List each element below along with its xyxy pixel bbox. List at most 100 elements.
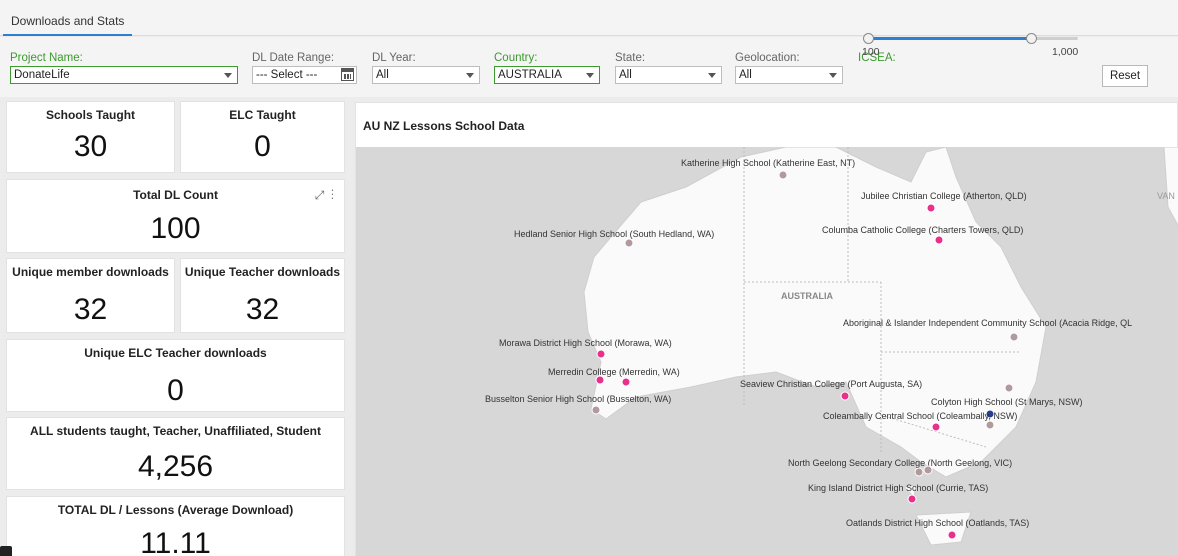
state-select[interactable]: All xyxy=(615,66,722,84)
unique-member-downloads-card: Unique member downloads 32 xyxy=(6,258,175,333)
school-pin[interactable] xyxy=(591,405,601,415)
country-label: AUSTRALIA xyxy=(781,291,833,301)
school-pin[interactable] xyxy=(914,467,924,477)
school-pin[interactable] xyxy=(934,235,944,245)
school-label: Morawa District High School (Morawa, WA) xyxy=(499,338,672,348)
calendar-icon[interactable] xyxy=(341,68,354,81)
card-tools: ⤢ ⋮ xyxy=(315,188,334,203)
schools-taught-card: Schools Taught 30 xyxy=(6,101,175,173)
total-dl-lessons-card: TOTAL DL / Lessons (Average Download) 11… xyxy=(6,496,345,556)
dl-date-range-input[interactable]: --- Select --- xyxy=(252,66,357,84)
map-edge-label: VAN xyxy=(1157,191,1175,201)
school-pin[interactable] xyxy=(840,391,850,401)
country-filter: Country: AUSTRALIA xyxy=(494,51,600,84)
unique-elc-teacher-downloads-value: 0 xyxy=(167,374,184,407)
unique-teacher-downloads-card: Unique Teacher downloads 32 xyxy=(180,258,345,333)
project-name-select[interactable]: DonateLife xyxy=(10,66,238,84)
geolocation-select[interactable]: All xyxy=(735,66,843,84)
dl-year-select[interactable]: All xyxy=(372,66,480,84)
school-pin[interactable] xyxy=(923,465,933,475)
all-students-taught-card: ALL students taught, Teacher, Unaffiliat… xyxy=(6,417,345,490)
state-filter: State: All xyxy=(615,51,722,84)
school-pin[interactable] xyxy=(1009,332,1019,342)
schools-taught-value: 30 xyxy=(73,130,108,163)
total-dl-lessons-label: TOTAL DL / Lessons (Average Download) xyxy=(57,503,294,517)
slider-max-label: 1,000 xyxy=(1052,46,1079,58)
country-value: AUSTRALIA xyxy=(498,69,562,81)
map-canvas[interactable]: AUSTRALIA VAN Katherine High School (Kat… xyxy=(356,147,1178,556)
schools-taught-label: Schools Taught xyxy=(45,108,136,122)
school-pin[interactable] xyxy=(778,170,788,180)
dl-year-label: DL Year: xyxy=(372,52,416,64)
school-pin[interactable] xyxy=(947,530,957,540)
school-pin[interactable] xyxy=(596,349,606,359)
dl-year-filter: DL Year: All xyxy=(372,51,480,84)
school-pin[interactable] xyxy=(624,238,634,248)
country-select[interactable]: AUSTRALIA xyxy=(494,66,600,84)
tab-downloads-and-stats[interactable]: Downloads and Stats xyxy=(3,6,133,36)
school-pin[interactable] xyxy=(985,420,995,430)
chevron-down-icon xyxy=(829,73,837,78)
chevron-down-icon xyxy=(708,73,716,78)
slider-track-fill xyxy=(868,37,1032,40)
all-students-taught-value: 4,256 xyxy=(137,450,214,483)
slider-track[interactable] xyxy=(868,37,1078,40)
slider-max-handle[interactable] xyxy=(1026,33,1038,44)
reset-button[interactable]: Reset xyxy=(1102,65,1148,87)
school-label: North Geelong Secondary College (North G… xyxy=(788,458,1012,468)
elc-taught-label: ELC Taught xyxy=(229,108,296,122)
school-label: Jubilee Christian College (Atherton, QLD… xyxy=(861,191,1027,201)
dl-date-range-value: --- Select --- xyxy=(256,69,318,81)
slider-min-handle[interactable] xyxy=(863,33,874,44)
school-map[interactable]: AUSTRALIA VAN Katherine High School (Kat… xyxy=(356,147,1178,556)
school-label: Busselton Senior High School (Busselton,… xyxy=(485,394,671,404)
geolocation-filter: Geolocation: All xyxy=(735,51,843,84)
school-pin[interactable] xyxy=(621,377,631,387)
all-students-taught-label: ALL students taught, Teacher, Unaffiliat… xyxy=(30,424,321,438)
unique-elc-teacher-downloads-label: Unique ELC Teacher downloads xyxy=(84,346,267,360)
chevron-down-icon xyxy=(586,73,594,78)
school-label: Merredin College (Merredin, WA) xyxy=(548,367,680,377)
total-dl-count-card: Total DL Count ⤢ ⋮ 100 xyxy=(6,179,345,253)
school-map-panel: AU NZ Lessons School Data AUSTRALIA VAN … xyxy=(355,102,1178,556)
school-pin[interactable] xyxy=(595,375,605,385)
geolocation-label: Geolocation: xyxy=(735,52,800,64)
project-name-filter: Project Name: DonateLife xyxy=(10,51,238,84)
dl-year-value: All xyxy=(376,69,389,81)
school-label: Coleambally Central School (Coleambally,… xyxy=(823,411,1017,421)
unique-teacher-downloads-label: Unique Teacher downloads xyxy=(184,265,341,279)
school-label: Hedland Senior High School (South Hedlan… xyxy=(514,229,714,239)
total-dl-count-value: 100 xyxy=(150,212,201,245)
unique-member-downloads-value: 32 xyxy=(73,293,108,326)
school-pin[interactable] xyxy=(926,203,936,213)
unique-member-downloads-label: Unique member downloads xyxy=(12,265,169,279)
school-pin[interactable] xyxy=(1004,383,1014,393)
dl-date-range-label: DL Date Range: xyxy=(252,52,335,64)
school-label: Oatlands District High School (Oatlands,… xyxy=(846,518,1029,528)
elc-taught-card: ELC Taught 0 xyxy=(180,101,345,173)
corner-widget[interactable] xyxy=(0,546,12,556)
more-options-icon[interactable]: ⋮ xyxy=(331,188,334,202)
state-value: All xyxy=(619,69,632,81)
school-label: Seaview Christian College (Port Augusta,… xyxy=(740,379,922,389)
school-label: Katherine High School (Katherine East, N… xyxy=(681,158,855,168)
school-label: Columba Catholic College (Charters Tower… xyxy=(822,225,1023,235)
map-title: AU NZ Lessons School Data xyxy=(363,119,525,133)
chevron-down-icon xyxy=(224,73,232,78)
unique-teacher-downloads-value: 32 xyxy=(245,293,280,326)
school-label: Aboriginal & Islander Independent Commun… xyxy=(843,318,1132,328)
school-pin[interactable] xyxy=(931,422,941,432)
school-label: Colyton High School (St Marys, NSW) xyxy=(931,397,1083,407)
icsea-range-slider[interactable]: 100 1,000 xyxy=(862,30,1080,60)
vanuatu-edge xyxy=(1163,147,1178,227)
state-label: State: xyxy=(615,52,646,64)
elc-taught-value: 0 xyxy=(254,130,271,163)
school-label: King Island District High School (Currie… xyxy=(808,483,988,493)
slider-min-label: 100 xyxy=(862,46,880,58)
project-name-value: DonateLife xyxy=(14,69,70,81)
project-name-label: Project Name: xyxy=(10,52,83,64)
chevron-down-icon xyxy=(466,73,474,78)
expand-icon[interactable]: ⤢ xyxy=(315,188,325,202)
country-label: Country: xyxy=(494,52,538,64)
school-pin[interactable] xyxy=(907,494,917,504)
